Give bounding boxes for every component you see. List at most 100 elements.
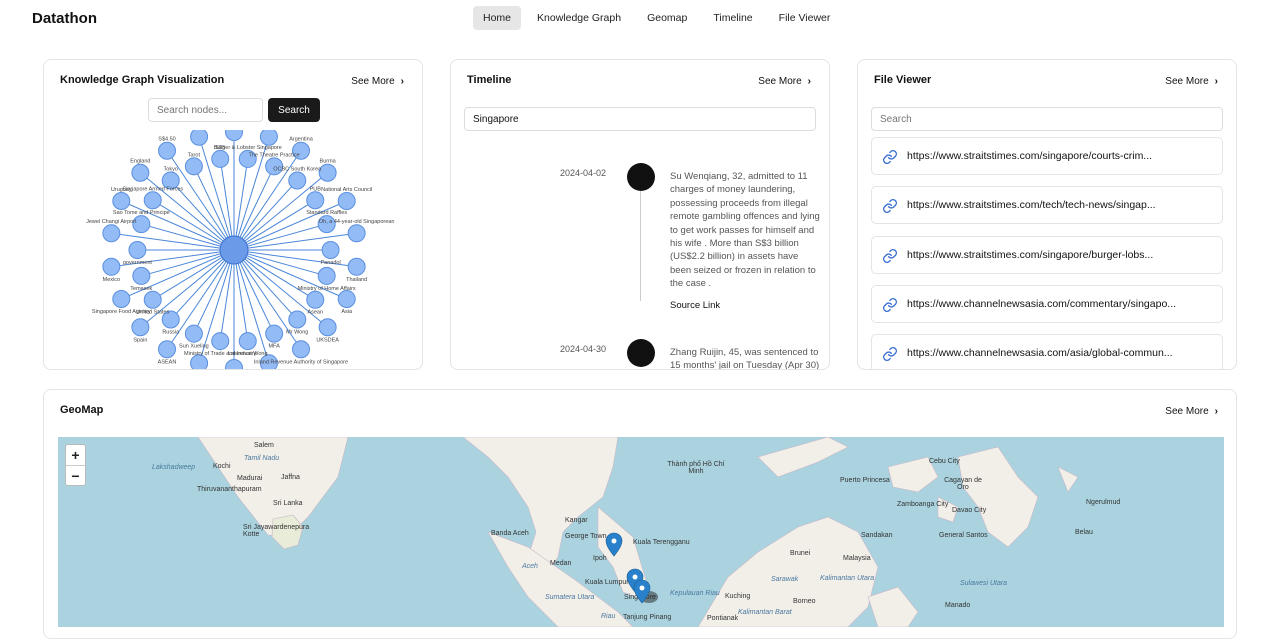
kg-node[interactable] <box>158 141 177 160</box>
map-marker-icon[interactable] <box>605 532 623 557</box>
kg-node[interactable] <box>317 266 336 285</box>
kg-node-label: Tokyo <box>164 166 178 172</box>
kg-node-label: England <box>130 159 150 165</box>
file-viewer-card-title: File Viewer <box>874 74 932 86</box>
file-list-item[interactable]: https://www.straitstimes.com/tech/tech-n… <box>871 186 1223 224</box>
kg-node[interactable] <box>318 318 337 337</box>
kg-node[interactable] <box>102 257 121 276</box>
kg-node-label: Singapore Armed Forces <box>122 186 183 192</box>
file-list-item[interactable]: https://www.straitstimes.com/singapore/c… <box>871 137 1223 175</box>
kg-node[interactable] <box>184 157 203 176</box>
kg-node[interactable] <box>143 191 162 210</box>
file-url: https://www.straitstimes.com/tech/tech-n… <box>907 199 1156 211</box>
file-list-item[interactable]: https://www.straitstimes.com/singapore/b… <box>871 236 1223 274</box>
kg-node-label: S$5 <box>215 145 225 151</box>
top-nav-bar: Datathon Home Knowledge Graph Geomap Tim… <box>0 0 1280 40</box>
chevron-right-icon: › <box>1214 406 1218 417</box>
kg-search-input[interactable] <box>148 98 263 122</box>
kg-node[interactable] <box>112 191 131 210</box>
kg-node-label: Singapore Food Agency <box>92 309 151 315</box>
file-url: https://www.channelnewsasia.com/commenta… <box>907 298 1177 310</box>
kg-node-label: Asean <box>307 310 323 316</box>
kg-node-label: Tarot <box>188 152 201 158</box>
kg-node[interactable] <box>225 359 243 371</box>
file-search-input[interactable] <box>871 107 1223 131</box>
kg-node[interactable] <box>288 171 307 190</box>
kg-node[interactable] <box>291 340 310 359</box>
kg-node-label: Standard Raffles <box>306 210 347 216</box>
kg-node[interactable] <box>288 310 307 329</box>
kg-card-title: Knowledge Graph Visualization <box>60 74 225 86</box>
timeline-event-marker <box>627 339 655 367</box>
file-list-item[interactable]: https://www.channelnewsasia.com/asia/glo… <box>871 334 1223 369</box>
kg-node[interactable] <box>259 130 278 146</box>
kg-node[interactable] <box>347 224 366 243</box>
kg-node[interactable] <box>158 340 177 359</box>
nav-home[interactable]: Home <box>473 6 522 30</box>
knowledge-graph-card: Knowledge Graph Visualization See More › … <box>43 59 423 370</box>
file-url: https://www.channelnewsasia.com/asia/glo… <box>907 347 1173 359</box>
nav-timeline[interactable]: Timeline <box>703 6 762 30</box>
file-viewer-see-more-button[interactable]: See More › <box>1165 76 1218 87</box>
kg-node[interactable] <box>102 224 121 243</box>
kg-node-label: Thailand <box>346 277 367 283</box>
kg-node-label: ASEAN <box>158 359 177 365</box>
kg-node[interactable] <box>306 290 325 309</box>
kg-node[interactable] <box>184 324 203 343</box>
timeline-connector <box>640 191 641 301</box>
geomap-card-title: GeoMap <box>60 404 104 416</box>
timeline-event-text: Zhang Ruijin, 45, was sentenced to 15 mo… <box>670 347 820 370</box>
kg-search-button[interactable]: Search <box>268 98 320 122</box>
kg-node-label: Panadol <box>321 260 341 266</box>
kg-node[interactable] <box>128 241 147 259</box>
timeline-search-input[interactable] <box>464 107 816 131</box>
kg-node-label: Russia <box>162 330 180 336</box>
kg-node[interactable] <box>347 257 366 276</box>
kg-node[interactable] <box>318 163 337 182</box>
file-url: https://www.straitstimes.com/singapore/b… <box>907 249 1154 261</box>
kg-node[interactable] <box>112 290 131 309</box>
geo-map[interactable]: + − Salem Lakshadweep Kochi Tamil Nadu M… <box>58 437 1224 627</box>
kg-node-label: Ministry of Trade and Industry <box>184 351 257 357</box>
kg-node-label: Burma <box>320 159 337 165</box>
kg-node[interactable] <box>190 130 209 146</box>
kg-node[interactable] <box>306 191 325 210</box>
chevron-right-icon: › <box>807 76 811 87</box>
kg-hub-node[interactable] <box>219 235 249 265</box>
chevron-right-icon: › <box>400 76 404 87</box>
kg-node-label: Oh, a 44-year-old Singaporean <box>319 219 395 225</box>
geomap-see-more-button[interactable]: See More › <box>1165 406 1218 417</box>
kg-node-label: The Theatre Practice <box>248 152 299 158</box>
see-more-label: See More <box>1165 76 1209 87</box>
kg-node-label: Mexico <box>103 277 120 283</box>
kg-node-label: National Arts Council <box>321 187 372 193</box>
kg-node[interactable] <box>143 290 162 309</box>
timeline-see-more-button[interactable]: See More › <box>758 76 811 87</box>
file-list-item[interactable]: https://www.channelnewsasia.com/commenta… <box>871 285 1223 323</box>
kg-node[interactable] <box>131 163 150 182</box>
nav-knowledge-graph[interactable]: Knowledge Graph <box>527 6 631 30</box>
link-icon <box>883 298 897 312</box>
kg-node[interactable] <box>211 332 230 351</box>
kg-node[interactable] <box>321 241 340 259</box>
kg-node[interactable] <box>337 290 356 309</box>
timeline-source-link[interactable]: Source Link <box>670 300 720 311</box>
kg-node[interactable] <box>132 266 151 285</box>
kg-node[interactable] <box>238 332 257 351</box>
link-icon <box>883 150 897 164</box>
link-icon <box>883 199 897 213</box>
see-more-label: See More <box>351 76 395 87</box>
timeline-card-title: Timeline <box>467 74 512 86</box>
kg-node[interactable] <box>265 324 284 343</box>
kg-node[interactable] <box>337 191 356 210</box>
knowledge-graph-canvas[interactable]: Saudi ArabiaBurger & Lobster SingaporeUO… <box>44 130 423 370</box>
kg-node-label: Sun Xueling <box>179 344 209 350</box>
nav-geomap[interactable]: Geomap <box>637 6 697 30</box>
kg-see-more-button[interactable]: See More › <box>351 76 404 87</box>
nav-file-viewer[interactable]: File Viewer <box>769 6 841 30</box>
kg-node[interactable] <box>211 149 230 168</box>
kg-node[interactable] <box>225 130 243 141</box>
main-nav: Home Knowledge Graph Geomap Timeline Fil… <box>473 6 840 30</box>
timeline-event-marker <box>627 163 655 191</box>
kg-node[interactable] <box>131 318 150 337</box>
